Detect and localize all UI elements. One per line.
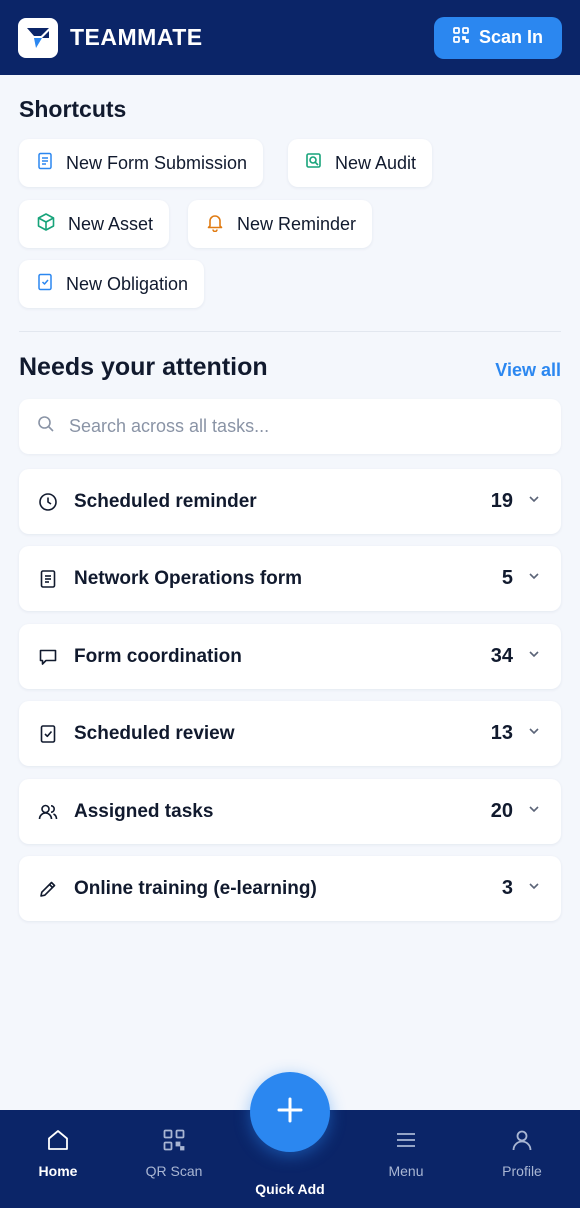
scan-in-button[interactable]: Scan In: [434, 16, 562, 59]
task-row-form-coordination[interactable]: Form coordination 34: [19, 624, 561, 689]
qr-grid-icon: [162, 1128, 186, 1155]
clock-icon: [38, 492, 58, 512]
chevron-down-icon[interactable]: [527, 569, 541, 588]
shortcut-label: New Reminder: [237, 213, 357, 234]
task-row-online-training[interactable]: Online training (e-learning) 3: [19, 856, 561, 921]
shortcut-new-reminder[interactable]: New Reminder: [188, 200, 373, 248]
section-divider: [19, 331, 561, 332]
task-row-scheduled-review[interactable]: Scheduled review 13: [19, 701, 561, 766]
quick-add-button[interactable]: [250, 1072, 330, 1152]
shortcut-label: New Form Submission: [66, 152, 248, 173]
shortcut-new-obligation[interactable]: New Obligation: [19, 260, 205, 308]
nav-qr-scan[interactable]: QR Scan: [129, 1128, 219, 1179]
nav-profile[interactable]: Profile: [477, 1128, 567, 1179]
nav-profile-label: Profile: [502, 1163, 542, 1179]
task-count: 13: [490, 722, 513, 744]
task-label: Online training (e-learning): [74, 877, 317, 899]
task-search-input[interactable]: Search across all tasks...: [19, 399, 561, 454]
form-icon: [36, 152, 54, 175]
chevron-down-icon[interactable]: [527, 492, 541, 511]
shortcut-label: New Obligation: [66, 273, 189, 294]
chevron-down-icon[interactable]: [527, 802, 541, 821]
task-count: 5: [501, 567, 513, 589]
task-count: 3: [501, 877, 513, 899]
nav-home-label: Home: [38, 1163, 78, 1179]
users-icon: [38, 802, 58, 822]
search-placeholder: Search across all tasks...: [69, 416, 270, 436]
shortcut-new-asset[interactable]: New Asset: [19, 200, 170, 248]
brand: TEAMMATE: [18, 17, 203, 58]
nav-menu-label: Menu: [388, 1163, 424, 1179]
shortcut-label: New Asset: [68, 213, 154, 234]
task-count: 19: [490, 490, 513, 512]
task-label: Network Operations form: [74, 567, 303, 589]
qr-grid-icon: [453, 27, 469, 48]
nav-menu[interactable]: Menu: [361, 1128, 451, 1179]
task-label: Scheduled review: [74, 722, 235, 744]
pencil-icon: [38, 879, 58, 899]
plus-icon: [276, 1096, 304, 1129]
view-all-link[interactable]: View all: [495, 360, 561, 381]
menu-icon: [394, 1128, 418, 1155]
shortcut-new-audit[interactable]: New Audit: [288, 139, 433, 187]
app-logo-icon: [18, 17, 58, 58]
shortcut-new-form-submission[interactable]: New Form Submission: [19, 139, 264, 187]
user-icon: [510, 1128, 534, 1155]
task-label: Form coordination: [74, 645, 242, 667]
scan-in-label: Scan In: [478, 27, 544, 47]
chevron-down-icon[interactable]: [527, 879, 541, 898]
nav-home[interactable]: Home: [13, 1128, 103, 1179]
shortcuts-title: Shortcuts: [19, 96, 127, 122]
audit-icon: [305, 152, 323, 175]
chevron-down-icon[interactable]: [527, 647, 541, 666]
home-icon: [46, 1128, 70, 1155]
cube-icon: [36, 212, 56, 237]
clipboard-check-icon: [36, 273, 54, 296]
quick-add-label: Quick Add: [255, 1181, 325, 1197]
document-icon: [38, 569, 58, 589]
task-row-assigned-tasks[interactable]: Assigned tasks 20: [19, 779, 561, 844]
chevron-down-icon[interactable]: [527, 724, 541, 743]
app-header: TEAMMATE Scan In: [0, 0, 580, 75]
clipboard-check-icon: [38, 724, 58, 744]
task-count: 20: [490, 800, 513, 822]
bell-icon: [205, 212, 225, 237]
attention-title: Needs your attention: [19, 353, 268, 381]
task-label: Scheduled reminder: [74, 490, 257, 512]
task-row-network-operations-form[interactable]: Network Operations form 5: [19, 546, 561, 611]
chat-icon: [38, 647, 58, 667]
task-row-scheduled-reminder[interactable]: Scheduled reminder 19: [19, 469, 561, 534]
search-icon: [37, 415, 55, 438]
brand-name: TEAMMATE: [70, 24, 203, 50]
shortcut-label: New Audit: [335, 152, 417, 173]
nav-qr-scan-label: QR Scan: [145, 1163, 203, 1179]
task-label: Assigned tasks: [74, 800, 214, 822]
task-count: 34: [490, 645, 513, 667]
